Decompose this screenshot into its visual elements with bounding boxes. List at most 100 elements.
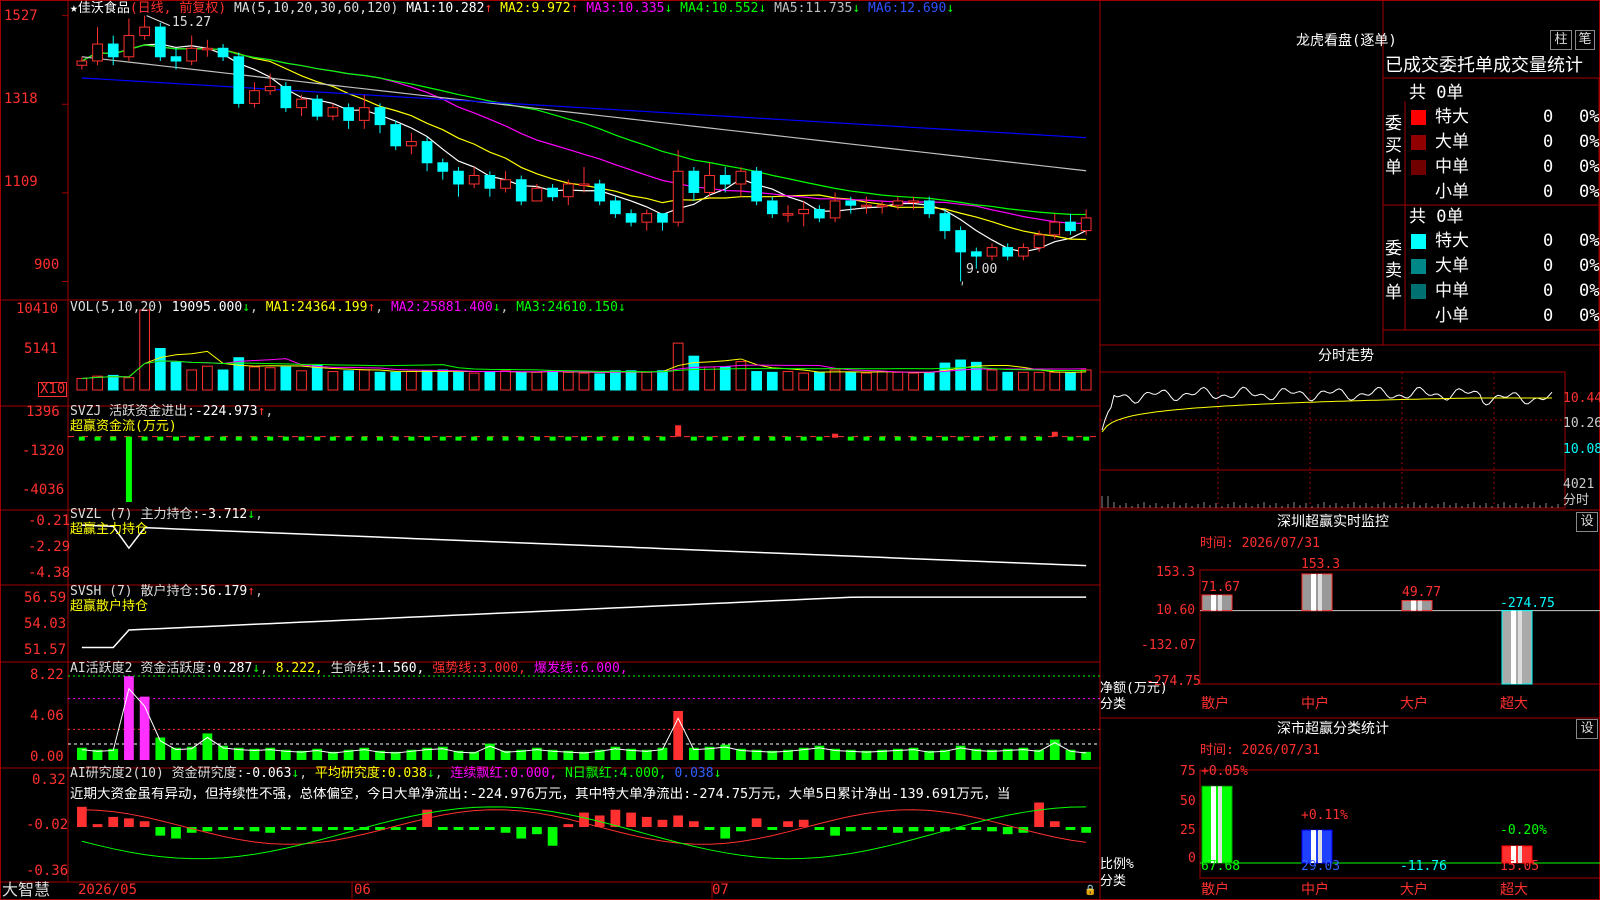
volume-bar	[923, 371, 935, 391]
buy-total: 共 0单	[1409, 83, 1464, 103]
svzj-bar	[989, 436, 995, 441]
candle	[908, 200, 919, 203]
svzj-bar	[832, 433, 839, 438]
svzj-bar	[314, 436, 321, 441]
window-frame	[0, 0, 1600, 900]
sell-row-count: 0	[1543, 231, 1554, 251]
volume-bar	[547, 370, 558, 391]
research-bar	[641, 816, 652, 827]
research-bar	[312, 827, 323, 832]
monitor-bar-shine2	[1318, 574, 1322, 611]
ai-life-label: 生命线:	[330, 661, 378, 676]
candle	[468, 175, 480, 185]
ai-avg-arrow: ↓	[426, 766, 435, 781]
vol-name: VOL(5,10,20)	[70, 300, 164, 315]
buy-row-name: 大单	[1435, 132, 1469, 152]
sz-monitor-settings-button[interactable]: 设	[1576, 512, 1598, 532]
monitor-bar	[1301, 573, 1333, 612]
ai-research-series	[76, 802, 1092, 860]
candle	[688, 170, 700, 193]
volume-bar	[500, 370, 511, 391]
volume-bar	[249, 366, 260, 391]
stock-name[interactable]: 佳沃食品	[78, 1, 130, 16]
research-bar	[453, 827, 464, 830]
tick-view-button[interactable]: 笔	[1575, 30, 1595, 50]
candle	[406, 141, 417, 147]
bar-view-button[interactable]: 柱	[1550, 30, 1572, 50]
ma5-value: 11.735	[805, 1, 853, 16]
volume-bar	[625, 370, 637, 391]
vol-header: VOL(5,10,20) 19095.000↓, MA1:24364.199↑,…	[70, 300, 626, 315]
volume-bar	[139, 309, 150, 391]
svzj-bar	[863, 436, 870, 441]
sz-monitor-cat-2: 中户	[1301, 696, 1329, 712]
sz-stat-cat-2: 中户	[1301, 882, 1329, 898]
candle	[531, 187, 543, 202]
research-bar	[704, 827, 715, 830]
candle	[107, 43, 119, 58]
monitor-bar-shine	[1211, 594, 1216, 611]
vol-unit-badge[interactable]: X10	[38, 382, 68, 397]
research-bar	[767, 827, 778, 830]
buy-row-name: 小单	[1435, 182, 1469, 202]
ma4-arrow: ↓	[758, 1, 767, 16]
sz-monitor-cat-4: 超大	[1500, 696, 1528, 712]
volume-bar	[939, 362, 951, 391]
svzj-bar	[518, 436, 525, 441]
vol-ma2-value: 25881.400	[422, 300, 493, 315]
ai-strong-label: 强势线:	[432, 661, 480, 676]
sz-stat-tick-4: 0	[1188, 851, 1196, 866]
svsh-tick-3: 51.57	[24, 642, 67, 658]
candle	[202, 47, 213, 51]
period-label[interactable]: (日线, 前复权)	[130, 1, 226, 16]
volume-bar	[421, 370, 433, 391]
lock-icon[interactable]: 🔒	[1084, 883, 1096, 898]
sell-swatch-2	[1411, 284, 1426, 299]
x-label-jun: 06	[354, 882, 371, 898]
sz-stat-time: 时间: 2026/07/31	[1200, 743, 1320, 758]
svsh-line	[81, 596, 1087, 649]
research-bar	[626, 812, 636, 827]
intraday-vol-tick: 4021	[1563, 477, 1595, 492]
stock-chart-canvas[interactable]	[0, 0, 1600, 900]
sz-stat-settings-button[interactable]: 设	[1576, 719, 1598, 739]
favorite-star-icon[interactable]: ★	[70, 1, 78, 16]
svzj-bar	[94, 436, 101, 441]
ai-res-tick-2: -0.02	[26, 817, 69, 833]
svzl-header: SVZL (7) 主力持仓:-3.712↓,	[70, 507, 263, 522]
svzj-bar	[267, 436, 274, 441]
sz-stat-value-3: -11.76	[1400, 859, 1447, 874]
vol-ma3-arrow: ↓	[617, 300, 626, 315]
candle	[374, 107, 386, 126]
vol-arrow: ↓	[242, 300, 251, 315]
intraday-price-line	[1101, 386, 1553, 431]
research-bar	[814, 827, 825, 830]
candle	[657, 213, 668, 223]
research-bar	[1081, 827, 1092, 833]
sz-monitor-value-3: 49.77	[1402, 585, 1442, 600]
research-bar	[798, 819, 809, 827]
candle	[139, 26, 150, 37]
main-header: ★佳沃食品(日线, 前复权) MA(5,10,20,30,60,120) MA1…	[70, 1, 954, 16]
ma1-value: 10.282	[437, 1, 485, 16]
research-bar	[532, 827, 542, 835]
svzj-bar	[235, 436, 242, 441]
volume-bar	[76, 377, 88, 391]
candle	[578, 183, 590, 186]
low-pointer	[961, 281, 964, 286]
volume-bar	[704, 366, 715, 391]
volume-bar	[1033, 371, 1045, 391]
candle	[249, 90, 260, 104]
svzj-bar	[1020, 436, 1027, 441]
volume-bar	[719, 366, 731, 391]
svzj-label: 活跃资金进出:	[109, 404, 195, 419]
buy-swatch-1	[1411, 135, 1426, 150]
svzj-bar	[188, 436, 195, 441]
ma1-arrow: ↑	[484, 1, 493, 16]
candle	[123, 35, 135, 58]
volume-bar	[892, 371, 904, 391]
sz-monitor-value-4: -274.75	[1500, 596, 1555, 611]
candle	[1018, 247, 1029, 257]
candle	[861, 204, 872, 208]
stat-bar-shine2	[1218, 786, 1222, 863]
